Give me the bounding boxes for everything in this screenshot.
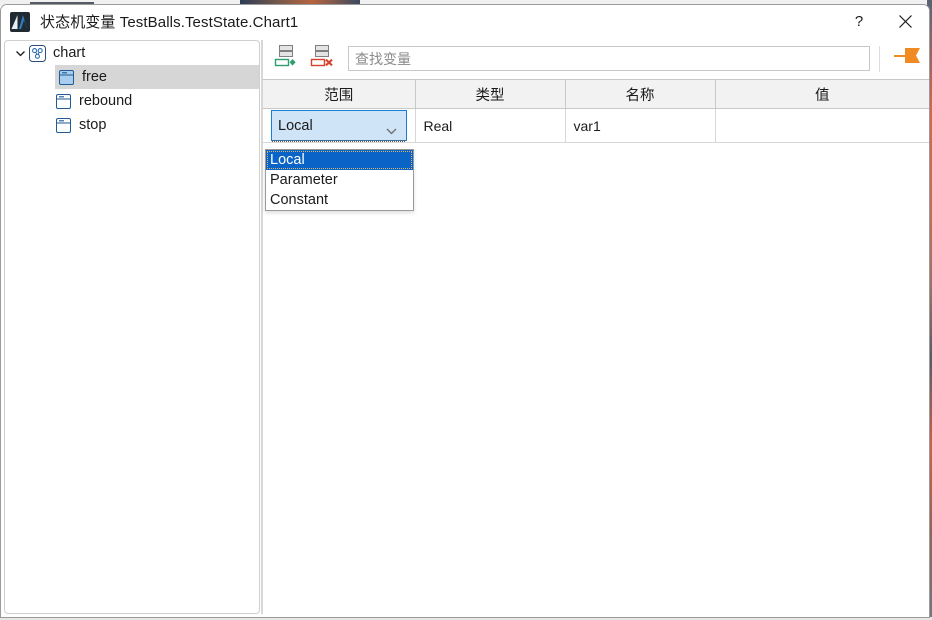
question-mark-icon: ? — [854, 13, 864, 30]
close-button[interactable] — [882, 5, 929, 38]
close-icon — [899, 15, 912, 28]
tree-item-rebound[interactable]: rebound — [5, 89, 259, 113]
state-icon — [55, 117, 72, 134]
tree-item-free[interactable]: free — [55, 65, 259, 89]
tree-item-label: stop — [79, 117, 107, 133]
cell-value[interactable] — [715, 108, 929, 143]
delete-variable-button[interactable] — [307, 44, 337, 74]
tree-item-stop[interactable]: stop — [5, 113, 259, 137]
table-header-row: 范围 类型 名称 值 — [263, 80, 929, 109]
tree-item-label: rebound — [79, 93, 133, 109]
cell-name[interactable]: var1 — [565, 108, 716, 143]
table-row[interactable]: Local Real var1 — [263, 108, 929, 143]
column-header-scope[interactable]: 范围 — [263, 80, 416, 109]
dialog-body: chart free rebound stop 查找变量 范围 类型 名称 值 … — [1, 38, 929, 617]
dropdown-option-local[interactable]: Local — [266, 150, 413, 170]
add-variable-button[interactable] — [271, 44, 301, 74]
variables-table: 范围 类型 名称 值 Local Real var1 — [263, 80, 929, 143]
state-tree-panel[interactable]: chart free rebound stop — [4, 40, 260, 614]
apply-flag-button[interactable] — [891, 45, 923, 73]
variables-toolbar — [263, 38, 929, 79]
search-field-wrapper — [348, 46, 870, 71]
chevron-down-icon — [386, 123, 397, 139]
search-input[interactable] — [348, 46, 870, 71]
orange-arrow-flag-icon — [892, 45, 922, 72]
tree-item-label: chart — [53, 45, 86, 61]
cell-scope[interactable]: Local — [263, 108, 416, 143]
dropdown-option-parameter[interactable]: Parameter — [266, 170, 413, 190]
scope-combobox[interactable]: Local — [271, 110, 407, 142]
delete-variable-icon — [309, 43, 335, 74]
matlab-logo-icon — [10, 11, 30, 32]
tree-item-label: free — [82, 69, 107, 85]
scope-combobox-value: Local — [278, 117, 313, 134]
screen: 状态机变量 TestBalls.TestState.Chart1 ? chart… — [0, 0, 932, 620]
column-header-value[interactable]: 值 — [715, 80, 929, 109]
state-icon — [55, 93, 72, 110]
scope-dropdown-list[interactable]: Local Parameter Constant — [265, 149, 414, 211]
dropdown-option-constant[interactable]: Constant — [266, 190, 413, 210]
column-header-type[interactable]: 类型 — [415, 80, 566, 109]
dialog-window: 状态机变量 TestBalls.TestState.Chart1 ? chart… — [0, 4, 930, 618]
cell-type[interactable]: Real — [415, 108, 566, 143]
tree-item-chart[interactable]: chart — [5, 41, 259, 65]
chevron-down-icon[interactable] — [11, 44, 29, 62]
window-controls: ? — [836, 5, 929, 38]
help-button[interactable]: ? — [836, 5, 882, 38]
add-variable-icon — [273, 43, 299, 74]
column-header-name[interactable]: 名称 — [565, 80, 716, 109]
toolbar-separator — [879, 45, 880, 72]
focus-underline — [272, 140, 406, 142]
window-title: 状态机变量 TestBalls.TestState.Chart1 — [40, 14, 299, 31]
state-icon — [58, 69, 75, 86]
chart-state-machine-icon — [29, 44, 46, 62]
title-bar: 状态机变量 TestBalls.TestState.Chart1 ? — [1, 5, 929, 38]
variables-panel: 范围 类型 名称 值 Local — [263, 38, 929, 617]
